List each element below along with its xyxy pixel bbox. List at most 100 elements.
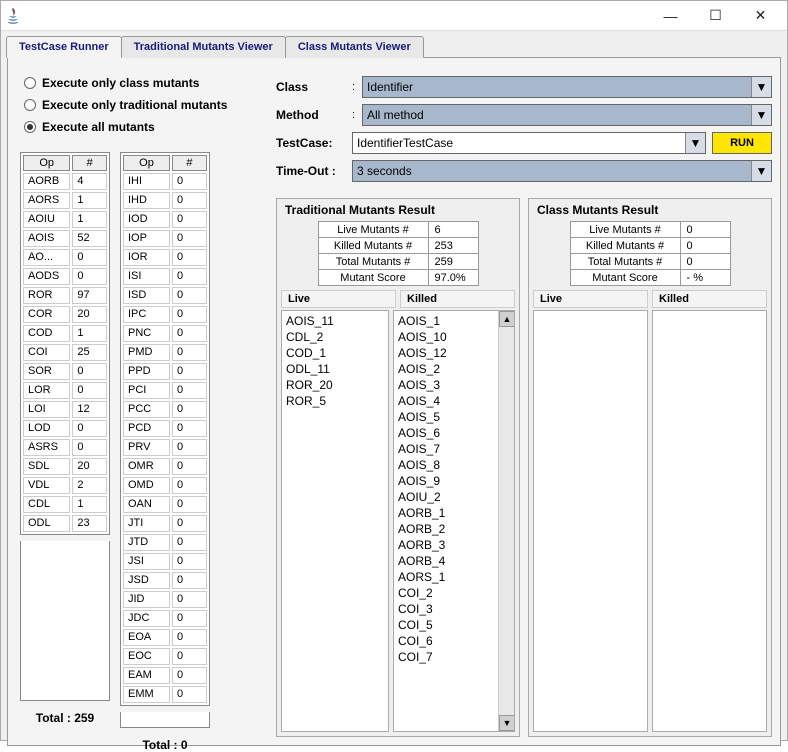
list-item[interactable]: AOIS_11	[286, 313, 384, 329]
list-item[interactable]: AORB_1	[398, 505, 496, 521]
count-header[interactable]: #	[72, 155, 107, 171]
list-item[interactable]: AORB_2	[398, 521, 496, 537]
table-row[interactable]: LOR0	[23, 382, 107, 399]
list-item[interactable]: COI_7	[398, 649, 496, 665]
table-row[interactable]: IOR0	[123, 249, 207, 266]
table-row[interactable]: AOIU1	[23, 211, 107, 228]
traditional-live-list[interactable]: AOIS_11CDL_2COD_1ODL_11ROR_20ROR_5	[281, 310, 389, 732]
table-row[interactable]: OAN0	[123, 496, 207, 513]
table-row[interactable]: EAM0	[123, 667, 207, 684]
list-item[interactable]: AOIS_3	[398, 377, 496, 393]
list-item[interactable]: AOIS_7	[398, 441, 496, 457]
list-item[interactable]: COI_6	[398, 633, 496, 649]
table-row[interactable]: COD1	[23, 325, 107, 342]
list-item[interactable]: AOIS_2	[398, 361, 496, 377]
table-row[interactable]: ISI0	[123, 268, 207, 285]
scroll-down-icon[interactable]: ▼	[499, 715, 515, 731]
table-row[interactable]: JDC0	[123, 610, 207, 627]
table-row[interactable]: JSI0	[123, 553, 207, 570]
list-item[interactable]: AOIS_4	[398, 393, 496, 409]
list-item[interactable]: AOIU_2	[398, 489, 496, 505]
count-header[interactable]: #	[172, 155, 207, 171]
list-item[interactable]: AOIS_6	[398, 425, 496, 441]
tab-traditional-mutants-viewer[interactable]: Traditional Mutants Viewer	[121, 36, 286, 58]
list-item[interactable]: AORS_1	[398, 569, 496, 585]
timeout-combo[interactable]: 3 seconds ▼	[352, 160, 772, 182]
table-row[interactable]: JTI0	[123, 515, 207, 532]
table-row[interactable]: IHD0	[123, 192, 207, 209]
table-row[interactable]: CDL1	[23, 496, 107, 513]
table-row[interactable]: AODS0	[23, 268, 107, 285]
table-row[interactable]: JID0	[123, 591, 207, 608]
table-row[interactable]: EMM0	[123, 686, 207, 703]
table-row[interactable]: PCC0	[123, 401, 207, 418]
table-row[interactable]: ASRS0	[23, 439, 107, 456]
table-row[interactable]: LOD0	[23, 420, 107, 437]
table-row[interactable]: IOP0	[123, 230, 207, 247]
list-item[interactable]: ROR_5	[286, 393, 384, 409]
tab-testcase-runner[interactable]: TestCase Runner	[6, 36, 122, 58]
table-row[interactable]: OMD0	[123, 477, 207, 494]
table-row[interactable]: AOIS52	[23, 230, 107, 247]
table-row[interactable]: AORB4	[23, 173, 107, 190]
minimize-button[interactable]: —	[648, 1, 693, 31]
list-item[interactable]: AOIS_1	[398, 313, 496, 329]
table-row[interactable]: JTD0	[123, 534, 207, 551]
table-row[interactable]: LOI12	[23, 401, 107, 418]
table-row[interactable]: JSD0	[123, 572, 207, 589]
tab-class-mutants-viewer[interactable]: Class Mutants Viewer	[285, 36, 424, 58]
table-row[interactable]: PPD0	[123, 363, 207, 380]
table-row[interactable]: AO...0	[23, 249, 107, 266]
table-row[interactable]: AORS1	[23, 192, 107, 209]
table-row[interactable]: PNC0	[123, 325, 207, 342]
table-row[interactable]: ROR97	[23, 287, 107, 304]
list-item[interactable]: AORB_3	[398, 537, 496, 553]
table-row[interactable]: IPC0	[123, 306, 207, 323]
traditional-killed-list[interactable]: AOIS_1AOIS_10AOIS_12AOIS_2AOIS_3AOIS_4AO…	[393, 310, 515, 732]
table-row[interactable]: COR20	[23, 306, 107, 323]
table-row[interactable]: PRV0	[123, 439, 207, 456]
method-combo[interactable]: All method ▼	[362, 104, 772, 126]
list-item[interactable]: COI_3	[398, 601, 496, 617]
table-row[interactable]: PCD0	[123, 420, 207, 437]
table-row[interactable]: ODL23	[23, 515, 107, 532]
table-row[interactable]: PCI0	[123, 382, 207, 399]
list-item[interactable]: CDL_2	[286, 329, 384, 345]
class-live-list[interactable]	[533, 310, 648, 732]
class-killed-list[interactable]	[652, 310, 767, 732]
scrollbar[interactable]: ▲ ▼	[498, 311, 514, 731]
radio-only-class[interactable]: Execute only class mutants	[24, 76, 266, 90]
list-item[interactable]: AORB_4	[398, 553, 496, 569]
list-item[interactable]: COD_1	[286, 345, 384, 361]
maximize-button[interactable]: ☐	[693, 1, 738, 31]
list-item[interactable]: AOIS_12	[398, 345, 496, 361]
list-item[interactable]: AOIS_8	[398, 457, 496, 473]
op-header[interactable]: Op	[23, 155, 70, 171]
class-combo[interactable]: Identifier ▼	[362, 76, 772, 98]
table-row[interactable]: IOD0	[123, 211, 207, 228]
table-row[interactable]: IHI0	[123, 173, 207, 190]
table-row[interactable]: PMD0	[123, 344, 207, 361]
run-button[interactable]: RUN	[712, 132, 772, 154]
testcase-combo[interactable]: IdentifierTestCase ▼	[352, 132, 706, 154]
list-item[interactable]: ODL_11	[286, 361, 384, 377]
table-row[interactable]: EOA0	[123, 629, 207, 646]
table-row[interactable]: COI25	[23, 344, 107, 361]
op-header[interactable]: Op	[123, 155, 170, 171]
list-item[interactable]: AOIS_9	[398, 473, 496, 489]
radio-only-traditional[interactable]: Execute only traditional mutants	[24, 98, 266, 112]
close-button[interactable]: ✕	[738, 1, 783, 31]
list-item[interactable]: AOIS_5	[398, 409, 496, 425]
list-item[interactable]: AOIS_10	[398, 329, 496, 345]
table-row[interactable]: VDL2	[23, 477, 107, 494]
table-row[interactable]: ISD0	[123, 287, 207, 304]
table-row[interactable]: SOR0	[23, 363, 107, 380]
table-row[interactable]: EOC0	[123, 648, 207, 665]
table-row[interactable]: SDL20	[23, 458, 107, 475]
radio-all-mutants[interactable]: Execute all mutants	[24, 120, 266, 134]
scroll-up-icon[interactable]: ▲	[499, 311, 515, 327]
table-row[interactable]: OMR0	[123, 458, 207, 475]
list-item[interactable]: ROR_20	[286, 377, 384, 393]
list-item[interactable]: COI_5	[398, 617, 496, 633]
list-item[interactable]: COI_2	[398, 585, 496, 601]
